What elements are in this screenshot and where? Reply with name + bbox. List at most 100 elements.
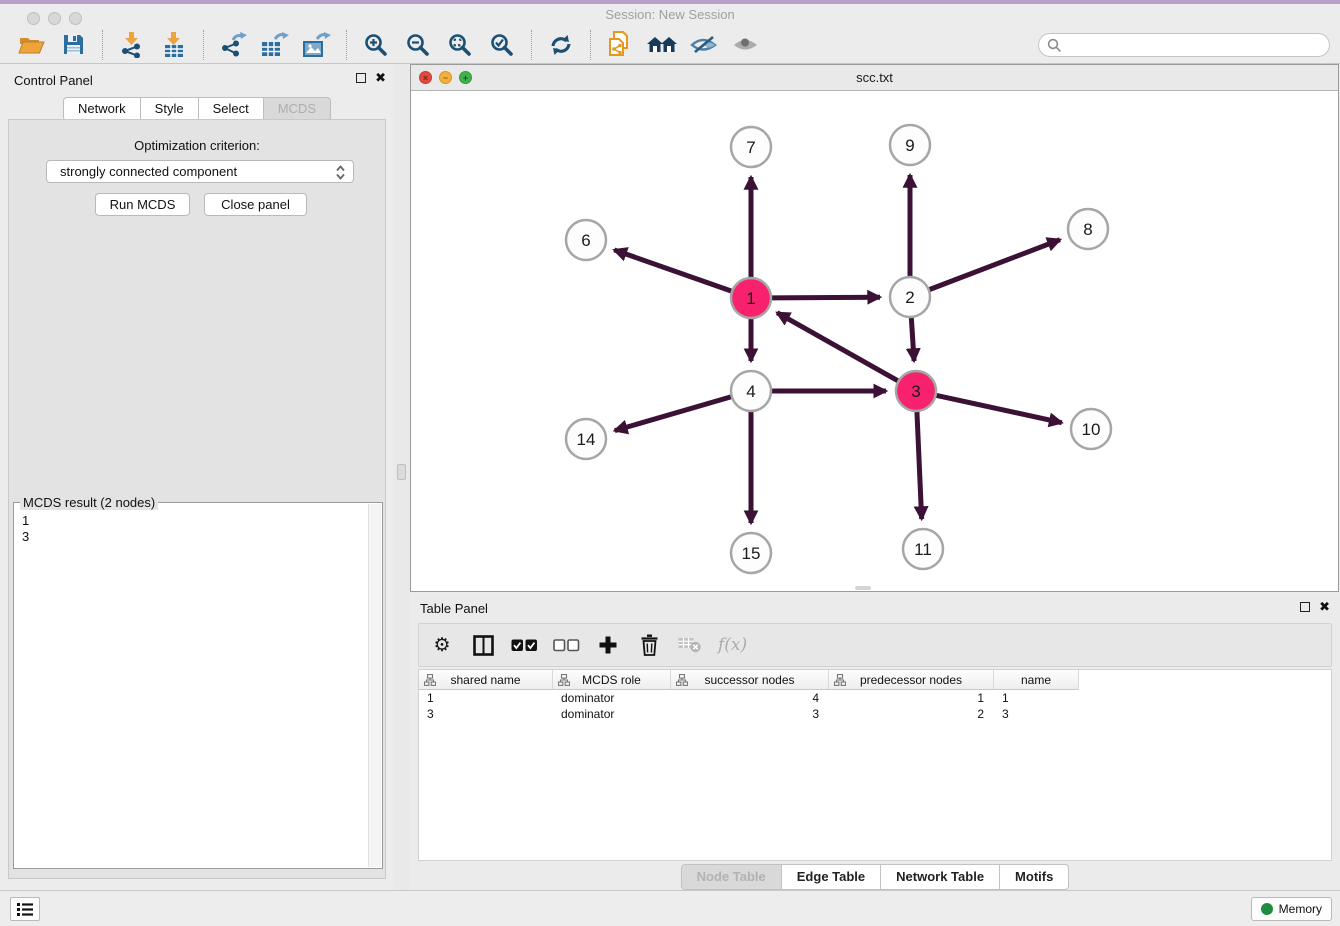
search-field[interactable] xyxy=(1038,33,1330,57)
table-cell-mcds-role[interactable]: dominator xyxy=(553,706,671,722)
graph-edge-4-14[interactable] xyxy=(615,397,731,431)
graph-edge-3-11[interactable] xyxy=(917,412,922,519)
import-network-icon[interactable] xyxy=(115,29,149,61)
zoom-in-icon[interactable] xyxy=(359,29,393,61)
zoom-fit-icon[interactable] xyxy=(443,29,477,61)
table-tab-node-table[interactable]: Node Table xyxy=(681,864,781,890)
export-image-icon[interactable] xyxy=(300,29,334,61)
table-cell-shared-name[interactable]: 1 xyxy=(419,690,553,706)
add-column-icon[interactable] xyxy=(595,630,621,660)
graph-edge-1-6[interactable] xyxy=(614,250,731,291)
new-network-from-selection-icon[interactable] xyxy=(603,29,637,61)
graph-edge-2-8[interactable] xyxy=(930,240,1060,290)
delete-columns-icon[interactable] xyxy=(636,630,662,660)
control-panel-tab-select[interactable]: Select xyxy=(198,97,263,121)
window-minimize-button[interactable] xyxy=(48,12,61,25)
table-row[interactable]: 1dominator411 xyxy=(419,690,1331,706)
first-neighbors-icon[interactable] xyxy=(645,29,679,61)
table-tab-motifs[interactable]: Motifs xyxy=(999,864,1069,890)
memory-button[interactable]: Memory xyxy=(1251,897,1332,921)
column-header-shared-name[interactable]: shared name xyxy=(419,670,553,690)
column-header-mcds-role[interactable]: MCDS role xyxy=(553,670,671,690)
window-close-button[interactable] xyxy=(27,12,40,25)
table-cell-predecessor-nodes[interactable]: 2 xyxy=(829,706,994,722)
graph-node-label-4: 4 xyxy=(746,382,755,401)
toolbar-separator xyxy=(102,30,103,60)
network-window: × − + scc.txt 7968124314101511 xyxy=(410,64,1339,592)
network-canvas-svg: 7968124314101511 xyxy=(411,91,1338,591)
table-tab-network-table[interactable]: Network Table xyxy=(880,864,999,890)
table-cell-predecessor-nodes[interactable]: 1 xyxy=(829,690,994,706)
table-row[interactable]: 3dominator323 xyxy=(419,706,1331,722)
chevron-updown-icon xyxy=(335,164,346,181)
graph-edge-3-1[interactable] xyxy=(777,313,898,381)
column-header-predecessor-nodes[interactable]: predecessor nodes xyxy=(829,670,994,690)
export-network-icon[interactable] xyxy=(216,29,250,61)
network-canvas[interactable]: 7968124314101511 xyxy=(411,91,1338,591)
task-history-button[interactable] xyxy=(10,897,40,921)
control-panel-tab-mcds[interactable]: MCDS xyxy=(263,97,331,121)
column-header-label: successor nodes xyxy=(704,673,794,687)
close-table-panel-icon[interactable]: ✖ xyxy=(1319,602,1330,612)
table-cell-shared-name[interactable]: 3 xyxy=(419,706,553,722)
select-all-columns-icon[interactable] xyxy=(511,630,538,660)
table-cell-mcds-role[interactable]: dominator xyxy=(553,690,671,706)
network-zoom-button[interactable]: + xyxy=(459,71,472,84)
hide-selected-icon[interactable] xyxy=(687,29,721,61)
table-panel-header: Table Panel ✖ xyxy=(410,595,1340,621)
column-header-successor-nodes[interactable]: successor nodes xyxy=(671,670,829,690)
apply-layout-icon[interactable] xyxy=(544,29,578,61)
canvas-grip[interactable] xyxy=(855,586,871,590)
table-rows: 1dominator4113dominator323 xyxy=(419,690,1331,722)
network-title: scc.txt xyxy=(411,65,1338,90)
close-panel-button[interactable]: Close panel xyxy=(204,193,307,216)
table-cell-name[interactable]: 3 xyxy=(994,706,1079,722)
control-panel: Control Panel ✖ NetworkStyleSelectMCDS O… xyxy=(0,64,394,890)
show-all-icon[interactable] xyxy=(729,29,763,61)
function-builder-icon[interactable]: f(x) xyxy=(718,630,747,660)
control-panel-tab-style[interactable]: Style xyxy=(140,97,198,121)
folder-front xyxy=(19,42,44,53)
table-cell-successor-nodes[interactable]: 4 xyxy=(671,690,829,706)
table-settings-icon[interactable]: ⚙ xyxy=(429,630,455,660)
save-session-icon[interactable] xyxy=(56,29,90,61)
export-table-icon[interactable] xyxy=(258,29,292,61)
status-bar: Memory xyxy=(0,890,1340,926)
deselect-all-columns-icon[interactable] xyxy=(553,630,580,660)
control-panel-tab-network[interactable]: Network xyxy=(63,97,140,121)
table-cell-successor-nodes[interactable]: 3 xyxy=(671,706,829,722)
control-panel-header: Control Panel ✖ xyxy=(0,64,394,96)
zoom-selected-icon[interactable] xyxy=(485,29,519,61)
table-tab-edge-table[interactable]: Edge Table xyxy=(781,864,880,890)
window-zoom-button[interactable] xyxy=(69,12,82,25)
result-scrollbar[interactable] xyxy=(368,504,381,867)
column-header-name[interactable]: name xyxy=(994,670,1079,690)
mcds-result-text[interactable]: 1 3 xyxy=(22,513,29,545)
table-cell-name[interactable]: 1 xyxy=(994,690,1079,706)
criterion-value: strongly connected component xyxy=(60,164,237,179)
mcds-result-box: MCDS result (2 nodes) 1 3 xyxy=(13,502,383,869)
control-panel-title: Control Panel xyxy=(14,73,93,88)
graph-edge-2-3[interactable] xyxy=(911,318,914,361)
network-close-button[interactable]: × xyxy=(419,71,432,84)
graph-edge-3-10[interactable] xyxy=(937,395,1062,422)
vertical-splitter[interactable] xyxy=(394,64,410,890)
node-table: shared nameMCDS role successor nodes prede… xyxy=(418,669,1332,861)
close-panel-icon[interactable]: ✖ xyxy=(375,73,386,83)
float-table-panel-icon[interactable] xyxy=(1300,602,1310,612)
float-panel-icon[interactable] xyxy=(356,73,366,83)
network-minimize-button[interactable]: − xyxy=(439,71,452,84)
delete-table-icon[interactable] xyxy=(677,630,703,660)
graph-node-label-14: 14 xyxy=(577,430,596,449)
run-mcds-button[interactable]: Run MCDS xyxy=(95,193,190,216)
criterion-select[interactable]: strongly connected component xyxy=(46,160,354,183)
toolbar-separator xyxy=(531,30,532,60)
zoom-out-icon[interactable] xyxy=(401,29,435,61)
splitter-handle[interactable] xyxy=(397,464,406,480)
graph-edge-1-2[interactable] xyxy=(772,297,880,298)
graph-node-label-2: 2 xyxy=(905,288,914,307)
import-table-icon[interactable] xyxy=(157,29,191,61)
memory-label: Memory xyxy=(1279,902,1322,916)
open-session-icon[interactable] xyxy=(14,29,48,61)
pane-mode-icon[interactable] xyxy=(470,630,496,660)
